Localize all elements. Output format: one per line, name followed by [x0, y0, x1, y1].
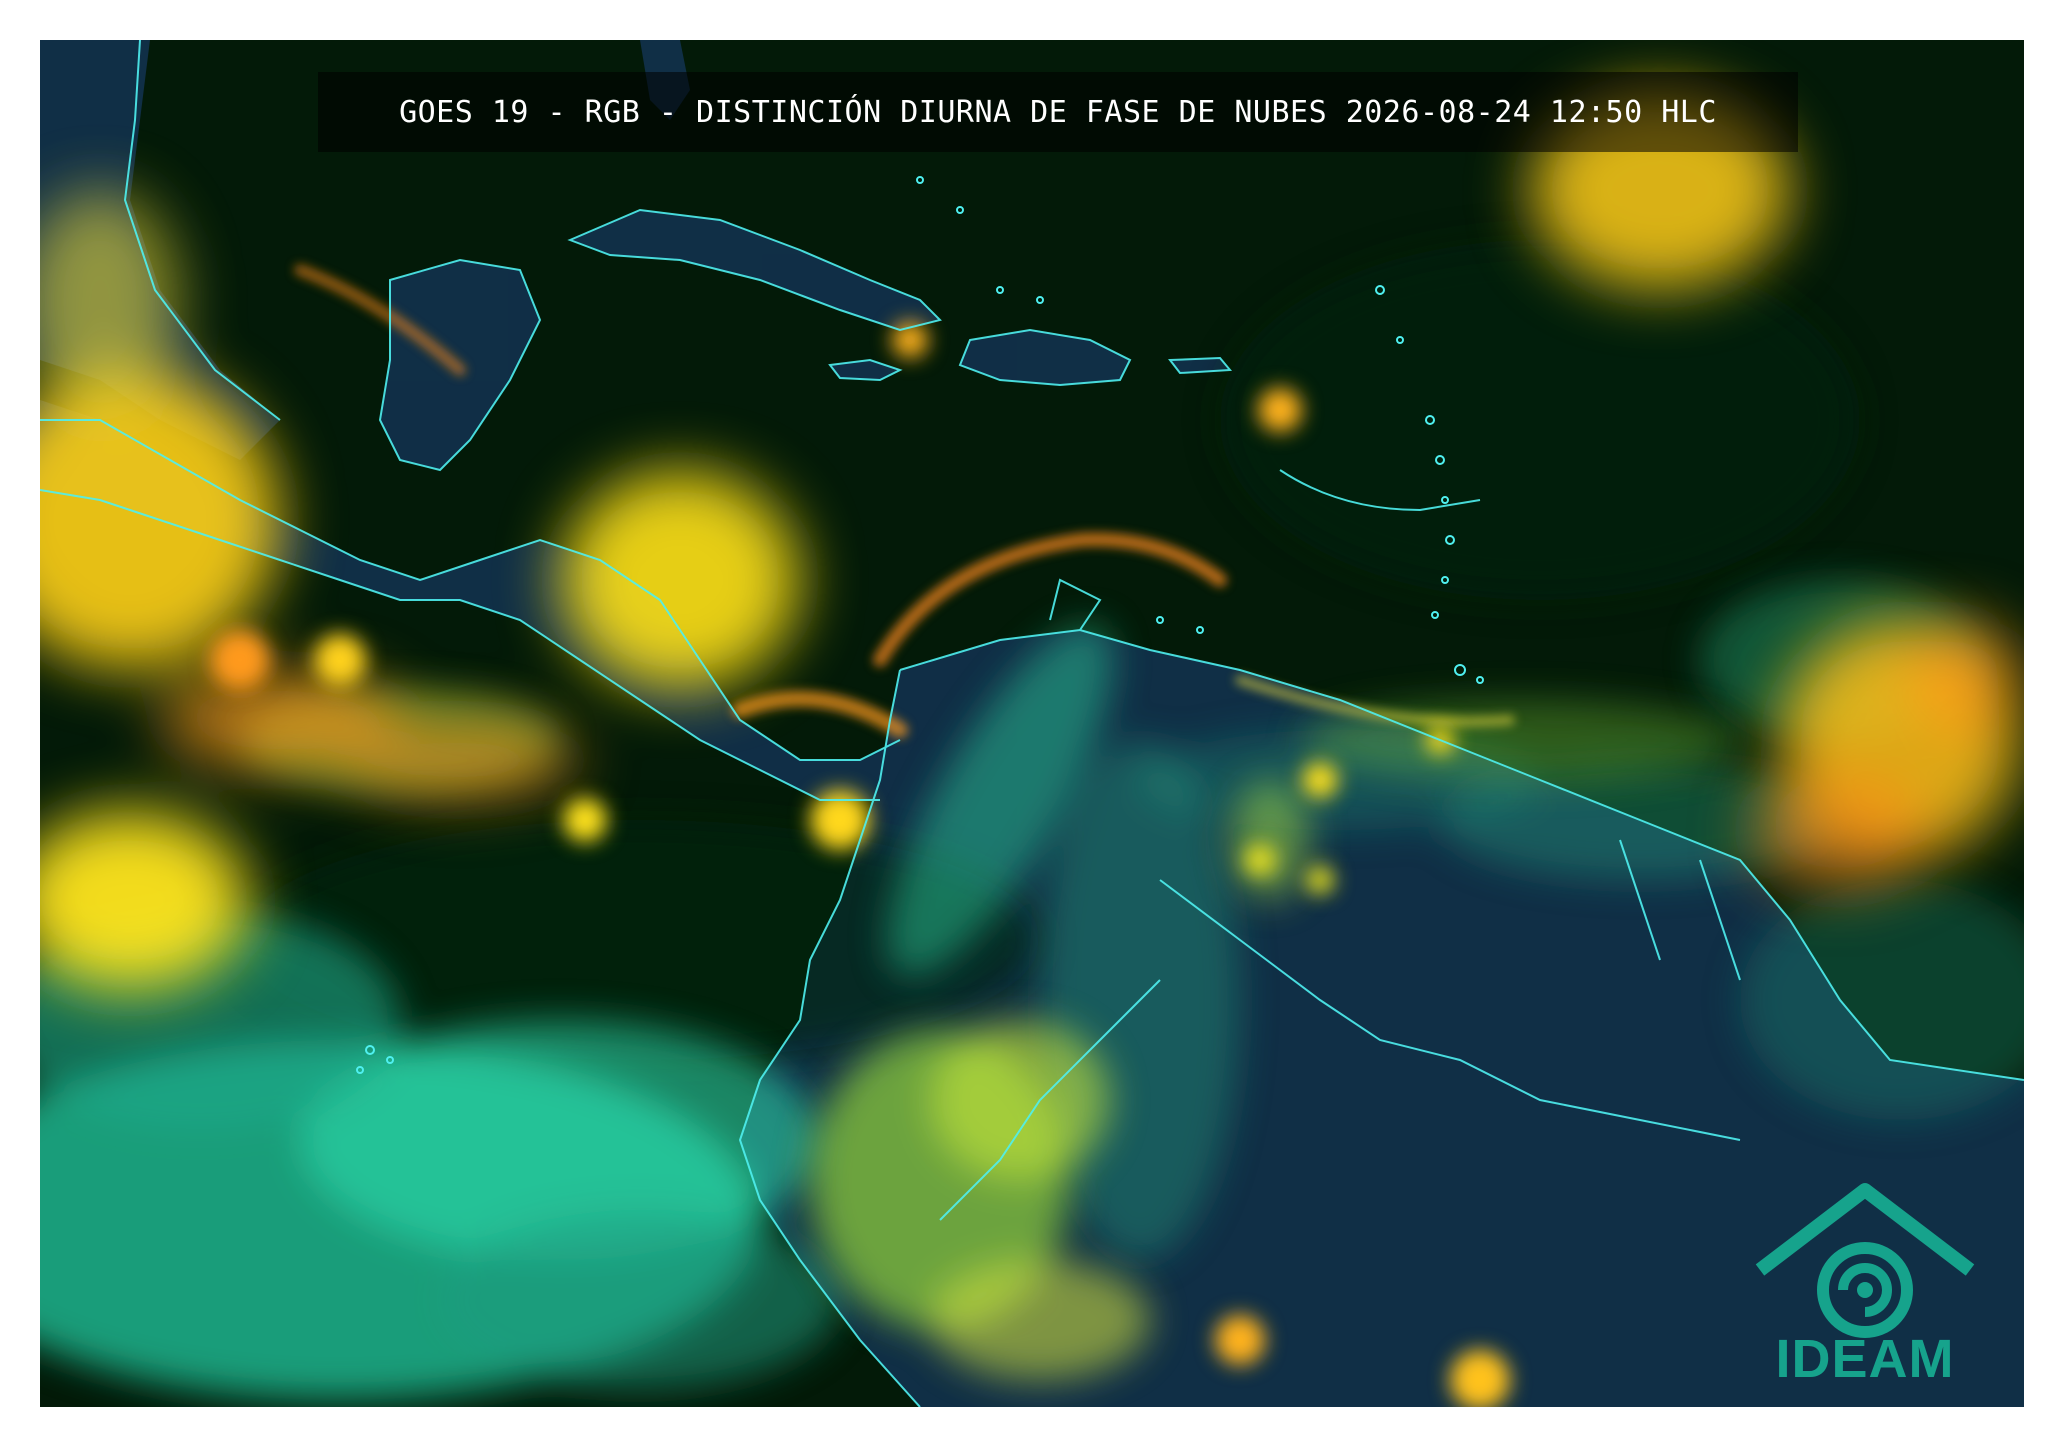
satellite-image: GOES 19 - RGB - DISTINCIÓN DIURNA DE FAS…	[40, 40, 2024, 1407]
logo-text: IDEAM	[1775, 1329, 1955, 1389]
satellite-map	[40, 40, 2024, 1407]
image-title: GOES 19 - RGB - DISTINCIÓN DIURNA DE FAS…	[399, 94, 1717, 130]
ideam-logo: IDEAM	[1750, 1180, 1980, 1390]
ideam-mountain-swirl-icon	[1755, 1183, 1975, 1338]
title-bar: GOES 19 - RGB - DISTINCIÓN DIURNA DE FAS…	[318, 72, 1798, 152]
